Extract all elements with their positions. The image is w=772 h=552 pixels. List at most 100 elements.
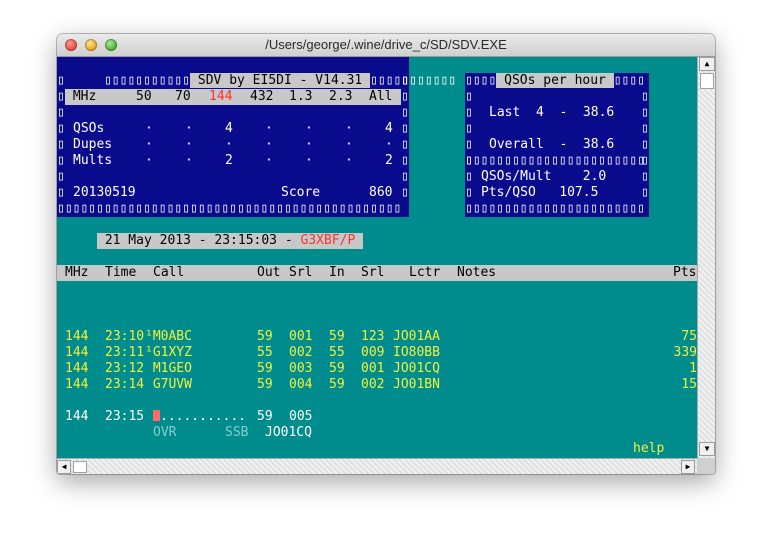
col-locator: Lctr <box>409 265 441 280</box>
rate-panel-right-border: ▯ ▯ ▯ ▯ ▯ ▯ ▯ <box>641 89 649 201</box>
col-srl-out: Srl <box>289 265 313 280</box>
log-mhz[interactable]: 144 <box>65 361 88 377</box>
log-time[interactable]: 23:11 <box>105 345 144 361</box>
scroll-up-arrow[interactable]: ▲ <box>699 57 715 71</box>
app-window: /Users/george/.wine/drive_c/SD/SDV.EXE ▯… <box>57 34 715 474</box>
log-in[interactable]: 59 <box>329 377 345 393</box>
mults-value: · <box>145 153 153 168</box>
rate-panel-left-border: ▯ ▯ ▯ ▯ ▯ ▯ ▯ <box>465 89 473 201</box>
log-in[interactable]: 59 <box>329 361 345 377</box>
current-date-time: 21 May 2013 - 23:15:03 - <box>97 233 301 248</box>
qsos-value: · <box>305 121 313 136</box>
mults-value: · <box>345 153 353 168</box>
box-border: ▯▯▯▯ <box>613 73 646 88</box>
scroll-right-arrow[interactable]: ▶ <box>681 460 695 474</box>
log-srl-out[interactable]: 001 <box>289 329 312 345</box>
entry-mhz: 144 <box>65 409 89 424</box>
entry-time: 23:15 <box>105 409 145 424</box>
overwrite-indicator: OVR <box>153 425 177 440</box>
entry-report-out[interactable]: 59 <box>257 409 273 425</box>
box-border: ▯▯▯▯▯▯▯▯▯▯▯▯▯▯▯▯▯▯▯▯▯▯▯▯▯▯▯▯▯▯▯▯▯▯▯▯▯▯▯▯… <box>57 201 402 216</box>
log-time[interactable]: 23:14 <box>105 377 144 393</box>
col-call: Call <box>153 265 185 280</box>
vertical-scroll-thumb[interactable] <box>700 73 714 89</box>
mode-indicator: SSB <box>225 425 249 440</box>
log-out[interactable]: 59 <box>257 329 273 345</box>
band-2-3[interactable]: 2.3 <box>329 89 352 105</box>
log-out[interactable]: 59 <box>257 361 273 377</box>
log-srl-out[interactable]: 002 <box>289 345 312 361</box>
call-entry-field[interactable]: ........... <box>153 409 246 425</box>
band-50[interactable]: 50 <box>136 89 152 105</box>
log-points[interactable]: 339 <box>674 345 697 361</box>
band-144[interactable]: 144 <box>209 89 232 105</box>
band-1-3[interactable]: 1.3 <box>289 89 312 105</box>
log-in[interactable]: 59 <box>329 329 345 345</box>
log-out[interactable]: 59 <box>257 377 273 393</box>
box-border: ▯▯▯▯▯▯▯▯▯▯▯ <box>103 73 191 88</box>
vertical-scrollbar[interactable]: ▲ ▼ <box>697 57 715 458</box>
col-out: Out <box>257 265 281 280</box>
col-srl-in: Srl <box>361 265 385 280</box>
mults-value: 2 <box>225 153 233 168</box>
log-time[interactable]: 23:12 <box>105 361 144 377</box>
mults-value: · <box>305 153 313 168</box>
qsos-value: · <box>265 121 273 136</box>
log-srl-in[interactable]: 001 <box>361 361 384 377</box>
log-srl-out[interactable]: 004 <box>289 377 312 393</box>
band-70[interactable]: 70 <box>175 89 191 105</box>
qsos-value: 4 <box>385 121 393 136</box>
qsos-value: · <box>145 121 153 136</box>
rate-last: Last 4 - 38.6 <box>489 105 615 120</box>
entry-serial-out[interactable]: 005 <box>289 409 312 425</box>
pts-per-qso: Pts/QSO 107.5 <box>481 185 599 200</box>
score-panel-bottom-border: ▯▯▯▯▯▯▯▯▯▯▯▯▯▯▯▯▯▯▯▯▯▯▯▯▯▯▯▯▯▯▯▯▯▯▯▯▯▯▯▯… <box>57 201 401 217</box>
log-out[interactable]: 55 <box>257 345 273 361</box>
log-srl-in[interactable]: 123 <box>361 329 384 345</box>
log-points[interactable]: 75 <box>681 329 697 345</box>
band-432[interactable]: 432 <box>250 89 273 105</box>
log-in[interactable]: 55 <box>329 345 345 361</box>
horizontal-scroll-thumb[interactable] <box>73 461 87 473</box>
box-border: ▯ ▯ ▯ ▯ ▯ ▯ ▯ <box>465 89 473 200</box>
log-time[interactable]: 23:10 <box>105 329 144 345</box>
log-mhz[interactable]: 144 <box>65 345 88 361</box>
box-border: ▯▯▯▯ <box>465 73 497 88</box>
col-time: Time <box>105 265 137 280</box>
band-all[interactable]: All <box>369 89 392 105</box>
log-srl-out[interactable]: 003 <box>289 361 312 377</box>
log-call[interactable]: G7UVW <box>145 377 192 393</box>
col-in: In <box>329 265 345 280</box>
terminal-screen: ▯▯▯▯▯▯▯▯▯▯▯ SDV by EI5DI - V14.31 ▯▯▯▯▯▯… <box>57 57 697 458</box>
log-loc[interactable]: IO80BB <box>393 345 440 361</box>
log-srl-in[interactable]: 002 <box>361 377 384 393</box>
help-link[interactable]: help <box>633 441 664 457</box>
col-mhz: MHz <box>65 265 89 280</box>
log-points[interactable]: 15 <box>681 377 697 393</box>
horizontal-scrollbar[interactable]: ◀ ▶ <box>57 458 697 474</box>
box-border: ▯ ▯ ▯ ▯ ▯ ▯ ▯ ▯ <box>401 73 409 200</box>
log-loc[interactable]: JO01CQ <box>393 361 440 377</box>
log-mhz[interactable]: 144 <box>65 329 88 345</box>
scroll-down-arrow[interactable]: ▼ <box>699 442 715 456</box>
log-srl-in[interactable]: 009 <box>361 345 384 361</box>
log-call[interactable]: ¹G1XYZ <box>145 345 192 361</box>
log-mhz[interactable]: 144 <box>65 377 88 393</box>
mults-label: Mults <box>73 153 113 168</box>
log-loc[interactable]: JO01BN <box>393 377 440 393</box>
box-border: ▯ ▯ ▯ ▯ ▯ ▯ ▯ <box>641 89 649 200</box>
dupes-label: Dupes <box>73 137 113 152</box>
mults-value: · <box>185 153 193 168</box>
scroll-left-arrow[interactable]: ◀ <box>57 460 71 474</box>
log-loc[interactable]: JO01AA <box>393 329 440 345</box>
dupes-value: · <box>225 137 233 152</box>
log-call[interactable]: M1GEO <box>145 361 192 377</box>
qsos-per-mult: QSOs/Mult 2.0 <box>481 169 607 184</box>
rate-panel-top-border: ▯▯▯▯ QSOs per hour ▯▯▯▯ <box>465 73 645 89</box>
log-call[interactable]: ¹M0ABC <box>145 329 192 345</box>
title-bar[interactable]: /Users/george/.wine/drive_c/SD/SDV.EXE <box>57 34 715 57</box>
rate-panel-bottom-border: ▯▯▯▯▯▯▯▯▯▯▯▯▯▯▯▯▯▯▯▯▯▯▯ <box>465 201 645 217</box>
log-points[interactable]: 1 <box>689 361 697 377</box>
qsos-value: · <box>345 121 353 136</box>
qsos-label: QSOs <box>73 121 105 136</box>
